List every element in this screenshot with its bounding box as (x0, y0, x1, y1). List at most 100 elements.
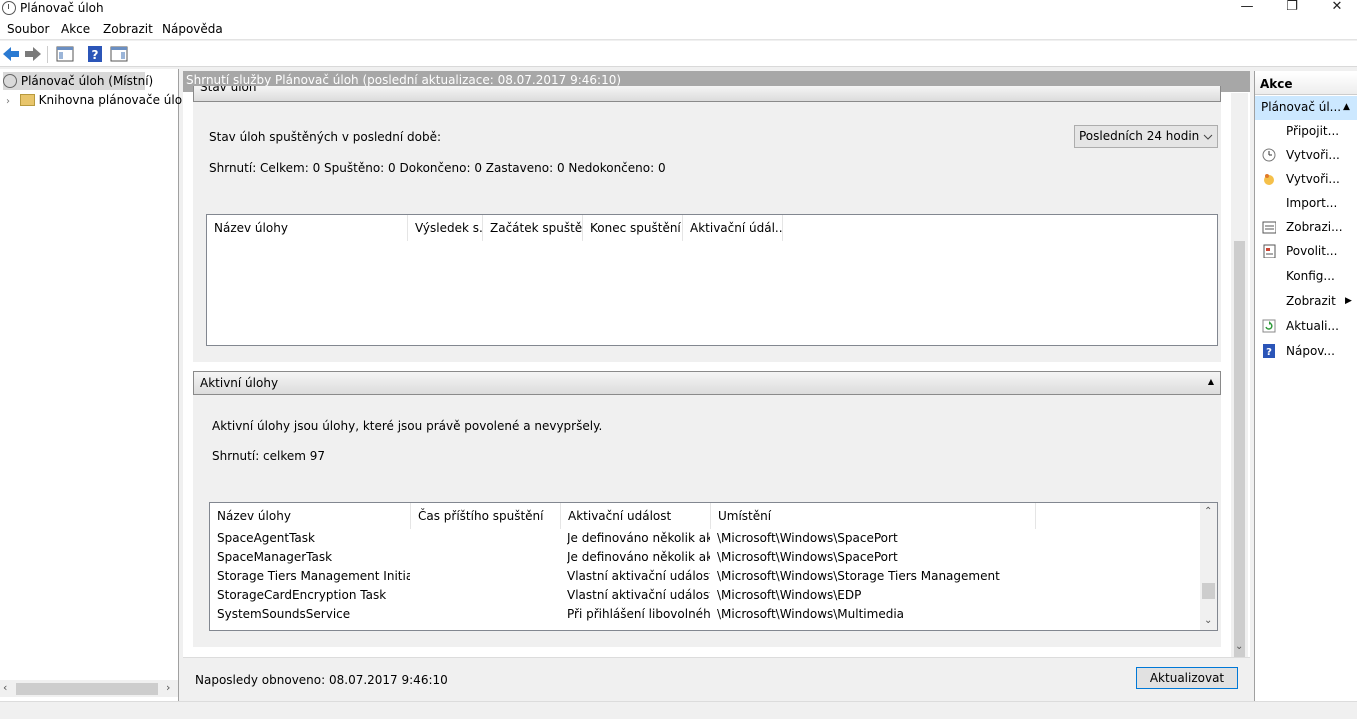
action-create-task[interactable]: Vytvoři... (1255, 167, 1357, 191)
minimize-button[interactable]: — (1224, 0, 1270, 18)
column-header[interactable]: Čas příštího spuštění (411, 503, 561, 529)
scroll-thumb[interactable] (1202, 583, 1215, 599)
menu-help[interactable]: Nápověda (162, 22, 223, 36)
task-location: \Microsoft\Windows\SpacePort (717, 531, 898, 545)
section-title: Stav úloh (200, 86, 257, 94)
menu-view[interactable]: Zobrazit (103, 22, 153, 36)
window-title: Plánovač úloh (20, 1, 104, 15)
scroll-thumb[interactable] (1234, 241, 1245, 659)
column-header[interactable]: Název úlohy (207, 215, 408, 241)
column-header[interactable]: Začátek spuštění (483, 215, 583, 241)
toolbar: ? (0, 41, 1357, 67)
column-header[interactable]: Aktivační událost (561, 503, 711, 529)
task-create-icon (1264, 174, 1274, 185)
action-configure-service-account[interactable]: Konfig... (1255, 264, 1357, 288)
table-row[interactable]: SpaceManagerTask Je definováno několik a… (210, 548, 1200, 567)
task-location: \Microsoft\Windows\Storage Tiers Managem… (717, 569, 1000, 583)
clock-create-icon (1262, 148, 1276, 162)
menu-action[interactable]: Akce (61, 22, 90, 36)
scroll-left-icon[interactable]: ‹ (3, 681, 7, 694)
help-icon[interactable]: ? (86, 45, 104, 63)
task-trigger: Při přihlášení libovolného... (567, 607, 710, 621)
task-trigger: Vlastní aktivační událost (567, 588, 710, 602)
back-arrow-icon[interactable] (2, 45, 20, 63)
column-header[interactable]: Název úlohy (210, 503, 411, 529)
period-select[interactable]: Posledních 24 hodin (1074, 125, 1218, 148)
column-header[interactable]: Aktivační údál... (683, 215, 783, 241)
task-location: \Microsoft\Windows\SpacePort (717, 550, 898, 564)
show-hide-action-pane-icon[interactable] (110, 45, 128, 63)
restore-button[interactable]: ❐ (1269, 0, 1315, 18)
scroll-thumb[interactable] (16, 683, 158, 695)
running-tasks-icon (1262, 221, 1276, 234)
column-header[interactable]: Umístění (711, 503, 1036, 529)
console-tree: Plánovač úloh (Místní) › Knihovna plánov… (0, 69, 190, 701)
task-name: StorageCardEncryption Task (217, 588, 387, 602)
task-name: SystemSoundsService (217, 607, 351, 621)
tree-item-library[interactable]: › Knihovna plánovače úloh (6, 91, 190, 109)
action-refresh[interactable]: Aktuali... (1255, 314, 1357, 338)
collapse-arrow-icon[interactable]: ▲ (1343, 102, 1350, 112)
scroll-down-icon[interactable]: ⌄ (1235, 641, 1243, 652)
status-bar (0, 701, 1357, 719)
svg-text:?: ? (1266, 347, 1272, 358)
scroll-up-icon[interactable]: ⌃ (1204, 506, 1212, 517)
active-task-rows: SpaceAgentTask Je definováno několik ak.… (210, 529, 1200, 630)
folder-icon (19, 94, 35, 106)
table-row[interactable]: StorageCardEncryption Task Vlastní aktiv… (210, 586, 1200, 605)
table-row[interactable]: SpaceAgentTask Je definováno několik ak.… (210, 529, 1200, 548)
status-label: Stav úloh spuštěných v poslední době: (209, 130, 442, 144)
table-row[interactable]: Storage Tiers Management Initializ... Vl… (210, 567, 1200, 586)
column-header[interactable]: Konec spuštění (583, 215, 683, 241)
task-next-run (418, 605, 560, 624)
summary-pane: Shrnutí služby Plánovač úloh (poslední a… (183, 71, 1250, 701)
actions-pane: Akce Plánovač úl... ▲ Připojit... Vytvoř… (1254, 71, 1357, 701)
column-header[interactable]: Výsledek s... (408, 215, 483, 241)
menu-bar: Soubor Akce Zobrazit Nápověda (0, 18, 1357, 40)
active-task-list[interactable]: Název úlohy Čas příštího spuštění Aktiva… (209, 502, 1218, 631)
action-create-basic-task[interactable]: Vytvoři... (1255, 143, 1357, 167)
scroll-down-icon[interactable]: ⌄ (1204, 615, 1212, 626)
chevron-down-icon (1203, 134, 1213, 140)
refresh-button[interactable]: Aktualizovat (1136, 667, 1238, 689)
menu-file[interactable]: Soubor (7, 22, 49, 36)
action-connect[interactable]: Připojit... (1255, 119, 1357, 143)
last-refresh-label: Naposledy obnoveno: 08.07.2017 9:46:10 (195, 673, 448, 687)
submenu-arrow-icon: ▶ (1345, 296, 1352, 306)
table-row[interactable]: SystemSoundsService Při přihlášení libov… (210, 605, 1200, 624)
task-location: \Microsoft\Windows\EDP (717, 588, 862, 602)
action-view-submenu[interactable]: Zobrazit ▶ (1255, 289, 1357, 313)
history-icon (1263, 244, 1276, 258)
forward-arrow-icon[interactable] (24, 45, 42, 63)
tree-item-task-scheduler-local[interactable]: Plánovač úloh (Místní) (3, 72, 153, 90)
task-next-run (418, 529, 560, 548)
actions-group-label: Plánovač úl... (1261, 100, 1342, 114)
actions-group-header[interactable]: Plánovač úl... ▲ (1255, 96, 1357, 120)
period-select-value: Posledních 24 hodin (1079, 129, 1200, 143)
task-name: SpaceManagerTask (217, 550, 333, 564)
status-summary: Shrnutí: Celkem: 0 Spuštěno: 0 Dokončeno… (209, 161, 666, 175)
action-enable-history[interactable]: Povolit... (1255, 239, 1357, 263)
tree-horizontal-scrollbar[interactable]: ‹ › (0, 680, 178, 697)
summary-footer: Naposledy obnoveno: 08.07.2017 9:46:10 A… (183, 657, 1250, 701)
action-display-running-tasks[interactable]: Zobrazi... (1255, 215, 1357, 239)
task-trigger: Je definováno několik ak... (567, 550, 710, 564)
active-tasks-summary: Shrnutí: celkem 97 (212, 449, 326, 463)
action-import-task[interactable]: Import... (1255, 191, 1357, 215)
active-list-vertical-scrollbar[interactable]: ⌃ ⌄ (1200, 503, 1217, 630)
svg-text:?: ? (92, 48, 99, 62)
status-task-list[interactable]: Název úlohy Výsledek s... Začátek spuště… (206, 214, 1218, 346)
show-hide-console-tree-icon[interactable] (56, 45, 74, 63)
close-button[interactable]: ✕ (1314, 0, 1357, 18)
summary-vertical-scrollbar[interactable]: ⌄ (1231, 93, 1248, 659)
task-trigger: Je definováno několik ak... (567, 531, 710, 545)
active-tasks-section-header[interactable]: Aktivní úlohy ▲ (193, 371, 1221, 395)
task-name: Storage Tiers Management Initializ... (217, 569, 410, 583)
task-status-section-header[interactable]: Stav úloh (193, 86, 1221, 102)
action-help[interactable]: ? Nápov... (1255, 339, 1357, 363)
collapse-arrow-icon[interactable]: ▲ (1208, 377, 1214, 386)
toolbar-separator (47, 46, 48, 63)
expand-chevron-icon[interactable]: › (6, 96, 10, 107)
scroll-right-icon[interactable]: › (166, 681, 170, 694)
task-next-run (418, 586, 560, 605)
